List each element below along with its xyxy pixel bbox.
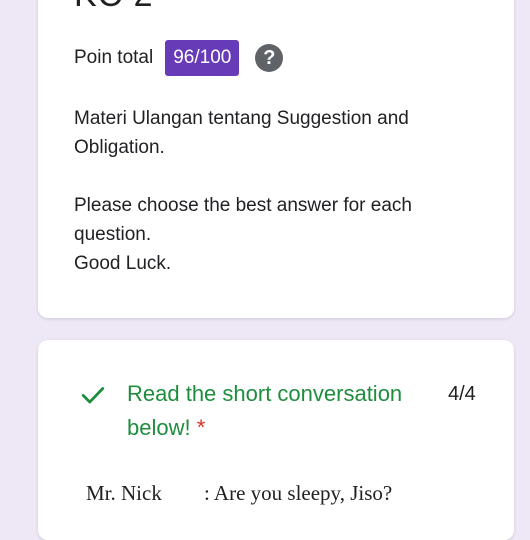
conversation-line: Mr. Nick : Are you sleepy, Jiso?: [86, 481, 392, 506]
description-line: Good Luck.: [74, 253, 172, 274]
form-title: KC 2: [74, 0, 154, 15]
description-line: Materi Ulangan tentang Suggestion and Ob…: [74, 108, 409, 158]
question-title: Read the short conversation below! *: [127, 377, 437, 445]
conversation-text: : Are you sleepy, Jiso?: [204, 481, 393, 505]
score-row: Poin total 96/100 ?: [74, 40, 284, 76]
score-badge: 96/100: [165, 40, 240, 76]
score-label: Poin total: [74, 47, 154, 68]
question-points: 4/4: [448, 383, 476, 405]
conversation-speaker: Mr. Nick: [86, 481, 162, 505]
question-card: Read the short conversation below! * 4/4…: [38, 340, 514, 540]
required-marker: *: [196, 415, 206, 440]
question-title-text: Read the short conversation below!: [127, 381, 403, 440]
question-mark-icon[interactable]: ?: [255, 44, 284, 72]
checkmark-icon: [81, 387, 105, 404]
form-header-card: KC 2 Poin total 96/100 ? Materi Ulangan …: [38, 0, 514, 318]
form-description: Materi Ulangan tentang Suggestion and Ob…: [74, 104, 484, 278]
description-line: Please choose the best answer for each q…: [74, 195, 412, 245]
